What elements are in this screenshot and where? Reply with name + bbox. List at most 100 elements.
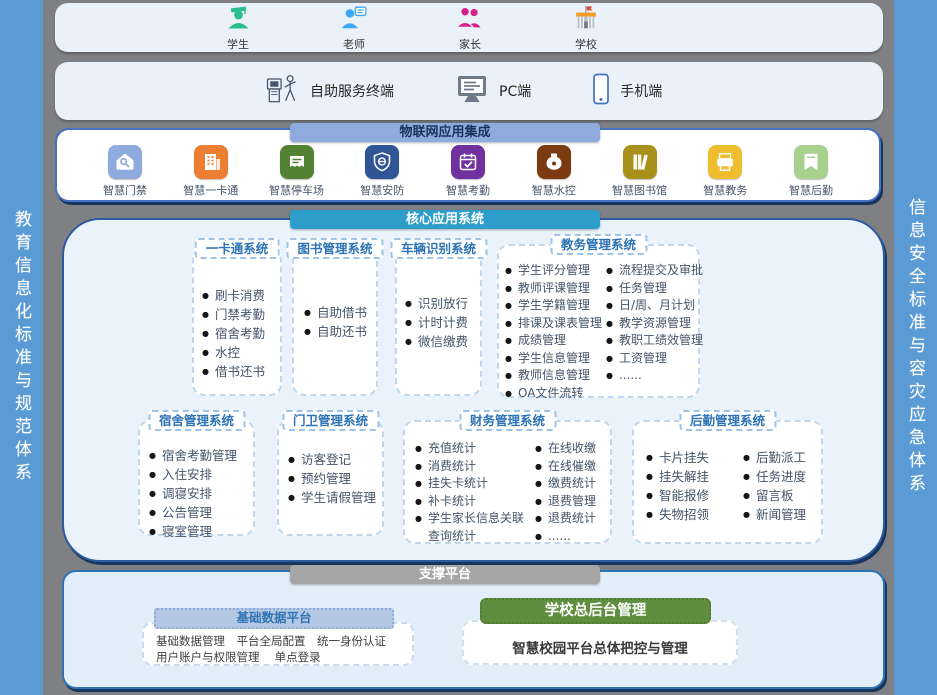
user-label: 学生 bbox=[227, 36, 249, 52]
list-item: 任务进度 bbox=[743, 467, 806, 486]
list-item: 日/周、月计划 bbox=[606, 297, 703, 315]
user-student: 学生 bbox=[207, 4, 269, 52]
left-pillar: 教育信息化标准与规范体系 bbox=[0, 0, 43, 695]
iot-label: 智慧图书馆 bbox=[612, 182, 667, 198]
iot-campus-card: 智慧一卡通 bbox=[173, 145, 249, 198]
support-section-header: 支撑平台 bbox=[290, 565, 600, 584]
iot-label: 智慧门禁 bbox=[103, 182, 147, 198]
list-item: 访客登记 bbox=[288, 450, 376, 469]
list-item: 缴费统计 bbox=[535, 475, 596, 493]
card-vehicle-recognition-system: 车辆识别系统 识别放行 计时计费 微信缴费 bbox=[395, 248, 482, 396]
iot-security: 智慧安防 bbox=[344, 145, 420, 198]
card-title: 教务管理系统 bbox=[550, 234, 647, 255]
list-item: 教师评课管理 bbox=[505, 280, 602, 298]
list-item: 任务管理 bbox=[606, 280, 703, 298]
card-item-list: 后勤派工 任务进度 留言板 新闻管理 bbox=[743, 448, 806, 524]
attendance-icon bbox=[451, 145, 485, 179]
basic-data-line: 用户账户与权限管理 单点登录 bbox=[156, 649, 412, 665]
list-item: 学生学籍管理 bbox=[505, 297, 602, 315]
list-item: 充值统计 bbox=[415, 440, 529, 458]
iot-section-header: 物联网应用集成 bbox=[290, 123, 600, 142]
parking-icon bbox=[280, 145, 314, 179]
list-item: 后勤派工 bbox=[743, 448, 806, 467]
teacher-icon bbox=[340, 4, 368, 35]
list-item: 智能报修 bbox=[646, 486, 709, 505]
list-item: 门禁考勤 bbox=[202, 305, 280, 324]
users-panel: 学生 老师 家长 bbox=[55, 3, 883, 52]
card-item-list: 学生评分管理 教师评课管理 学生学籍管理 排课及课表管理 成绩管理 学生信息管理… bbox=[505, 262, 602, 402]
card-item-list: 访客登记 预约管理 学生请假管理 bbox=[288, 450, 376, 507]
core-panel: 一卡通系统 刷卡消费 门禁考勤 宿舍考勤 水控 借书还书 图书管理系统 自助借书… bbox=[62, 218, 885, 562]
list-item: 寝室管理 bbox=[149, 522, 253, 541]
card-title: 一卡通系统 bbox=[195, 238, 280, 259]
card-item-list: 刷卡消费 门禁考勤 宿舍考勤 水控 借书还书 bbox=[202, 286, 280, 381]
card-item-list: 识别放行 计时计费 微信缴费 bbox=[405, 294, 468, 351]
card-item-list: 自助借书 自助还书 bbox=[304, 303, 367, 341]
iot-academic: 智慧教务 bbox=[687, 145, 763, 198]
list-item: 留言板 bbox=[743, 486, 806, 505]
list-item: OA文件流转 bbox=[505, 385, 602, 403]
card-item-list: 宿舍考勤管理 入住安排 调寝安排 公告管理 寝室管理 bbox=[149, 446, 253, 541]
iot-door-access: 智慧门禁 bbox=[87, 145, 163, 198]
list-item: 调寝安排 bbox=[149, 484, 253, 503]
list-item: 识别放行 bbox=[405, 294, 468, 313]
card-item-list: 流程提交及审批 任务管理 日/周、月计划 教学资源管理 教职工绩效管理 工资管理… bbox=[606, 262, 703, 402]
user-label: 学校 bbox=[575, 36, 597, 52]
terminal-label: 手机端 bbox=[620, 81, 662, 101]
list-item: 教学资源管理 bbox=[606, 315, 703, 333]
iot-library: 智慧图书馆 bbox=[602, 145, 678, 198]
card-item-list: 卡片挂失 挂失解挂 智能报修 失物招领 bbox=[646, 448, 709, 524]
terminal-label: PC端 bbox=[499, 81, 531, 101]
core-section-header: 核心应用系统 bbox=[290, 210, 600, 229]
list-item: 新闻管理 bbox=[743, 505, 806, 524]
support-panel: 基础数据平台 基础数据管理 平台全局配置 统一身份认证 用户账户与权限管理 单点… bbox=[62, 570, 885, 689]
iot-label: 智慧考勤 bbox=[446, 182, 490, 198]
list-item: 刷卡消费 bbox=[202, 286, 280, 305]
card-academic-affairs-system: 教务管理系统 学生评分管理 教师评课管理 学生学籍管理 排课及课表管理 成绩管理… bbox=[497, 244, 700, 398]
card-logistics-system: 后勤管理系统 卡片挂失 挂失解挂 智能报修 失物招领 后勤派工 任务进度 留言板… bbox=[632, 420, 823, 544]
student-icon bbox=[225, 4, 252, 35]
card-item-list: 在线收缴 在线催缴 缴费统计 退费管理 退费统计 ...... bbox=[535, 440, 596, 545]
terminal-mobile: 手机端 bbox=[591, 73, 662, 109]
terminal-kiosk: 自助服务终端 bbox=[263, 72, 394, 110]
list-item: 挂失解挂 bbox=[646, 467, 709, 486]
user-parents: 家长 bbox=[439, 4, 501, 52]
list-item: 消费统计 bbox=[415, 458, 529, 476]
card-title: 宿舍管理系统 bbox=[148, 410, 245, 431]
card-title: 财务管理系统 bbox=[459, 410, 556, 431]
user-label: 老师 bbox=[343, 36, 365, 52]
list-item: 退费统计 bbox=[535, 510, 596, 528]
list-item: 退费管理 bbox=[535, 493, 596, 511]
card-columns: 充值统计 消费统计 挂失卡统计 补卡统计 学生家长信息关联查询统计 在线收缴 在… bbox=[415, 440, 610, 545]
card-gate-system: 门卫管理系统 访客登记 预约管理 学生请假管理 bbox=[277, 420, 384, 536]
list-item: 挂失卡统计 bbox=[415, 475, 529, 493]
list-item: 在线催缴 bbox=[535, 458, 596, 476]
list-item: 在线收缴 bbox=[535, 440, 596, 458]
card-onecard-system: 一卡通系统 刷卡消费 门禁考勤 宿舍考勤 水控 借书还书 bbox=[192, 248, 282, 396]
card-title: 门卫管理系统 bbox=[282, 410, 379, 431]
iot-water-control: 智慧水控 bbox=[516, 145, 592, 198]
iot-label: 智慧水控 bbox=[532, 182, 576, 198]
list-item: 流程提交及审批 bbox=[606, 262, 703, 280]
list-item: 水控 bbox=[202, 343, 280, 362]
list-item: 微信缴费 bbox=[405, 332, 468, 351]
parents-icon bbox=[456, 4, 484, 35]
terminal-pc: PC端 bbox=[454, 74, 531, 108]
card-columns: 卡片挂失 挂失解挂 智能报修 失物招领 后勤派工 任务进度 留言板 新闻管理 bbox=[646, 448, 821, 524]
security-icon bbox=[365, 145, 399, 179]
iot-label: 智慧一卡通 bbox=[183, 182, 238, 198]
basic-data-platform-title: 基础数据平台 bbox=[154, 608, 394, 629]
iot-label: 智慧安防 bbox=[360, 182, 404, 198]
card-finance-system: 财务管理系统 充值统计 消费统计 挂失卡统计 补卡统计 学生家长信息关联查询统计… bbox=[403, 420, 612, 544]
pc-icon bbox=[454, 74, 490, 108]
list-item: 教职工绩效管理 bbox=[606, 332, 703, 350]
list-item: ...... bbox=[535, 528, 596, 546]
user-label: 家长 bbox=[459, 36, 481, 52]
list-item: 卡片挂失 bbox=[646, 448, 709, 467]
user-school: 学校 bbox=[555, 4, 617, 52]
smart-campus-architecture-diagram: 教育信息化标准与规范体系 信息安全标准与容灾应急体系 学生 bbox=[0, 0, 937, 695]
iot-logistics: 智慧后勤 bbox=[773, 145, 849, 198]
iot-parking: 智慧停车场 bbox=[259, 145, 335, 198]
iot-label: 智慧教务 bbox=[703, 182, 747, 198]
terminal-label: 自助服务终端 bbox=[310, 81, 394, 101]
